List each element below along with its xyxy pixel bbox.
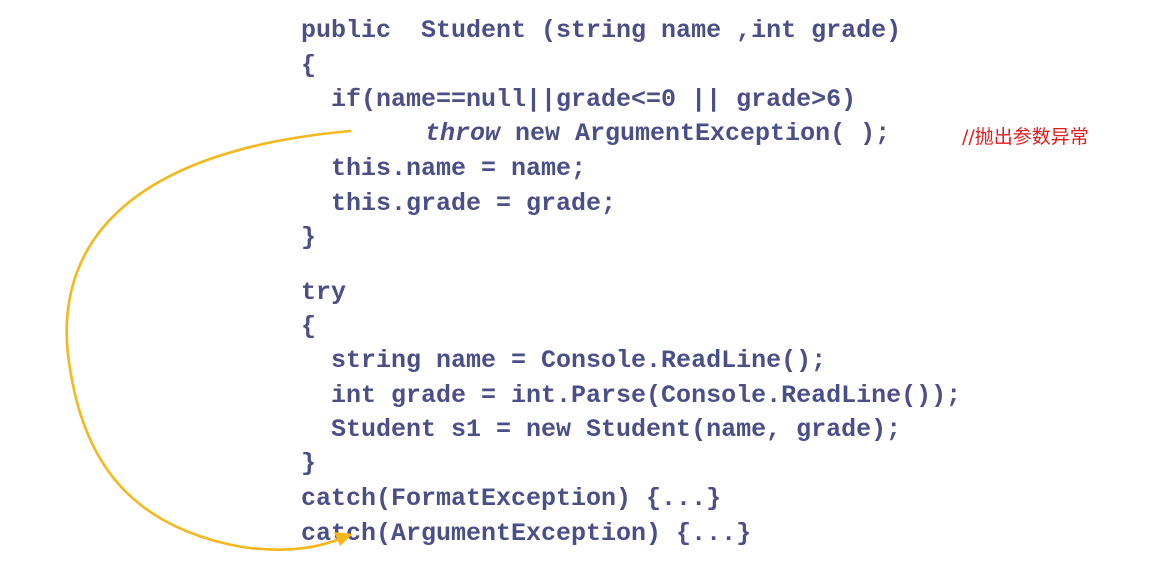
throw-keyword: throw [425, 119, 501, 148]
throw-expression: new ArgumentException( ); [500, 119, 891, 148]
new-student-line: Student s1 = new Student(name, grade); [301, 415, 902, 444]
try-keyword-line: try [301, 278, 347, 307]
constructor-open-brace: { [301, 51, 317, 80]
throw-comment: //抛出参数异常 [962, 126, 1089, 148]
catch-argument-exception-line: catch(ArgumentException) {...} [301, 519, 752, 548]
if-condition-line: if(name==null||grade<=0 || grade>6) [301, 85, 857, 114]
constructor-signature: public Student (string name ,int grade) [301, 16, 902, 45]
throw-line: throw new ArgumentException( ); [425, 119, 890, 149]
assign-name-line: this.name = name; [301, 154, 587, 183]
try-open-brace: { [301, 312, 317, 341]
read-name-line: string name = Console.ReadLine(); [301, 346, 827, 375]
assign-grade-line: this.grade = grade; [301, 189, 617, 218]
try-close-brace: } [301, 449, 317, 478]
catch-format-exception-line: catch(FormatException) {...} [301, 484, 722, 513]
constructor-close-brace: } [301, 223, 317, 252]
code-snippet: public Student (string name ,int grade) … [0, 0, 1161, 584]
read-grade-line: int grade = int.Parse(Console.ReadLine()… [301, 381, 962, 410]
